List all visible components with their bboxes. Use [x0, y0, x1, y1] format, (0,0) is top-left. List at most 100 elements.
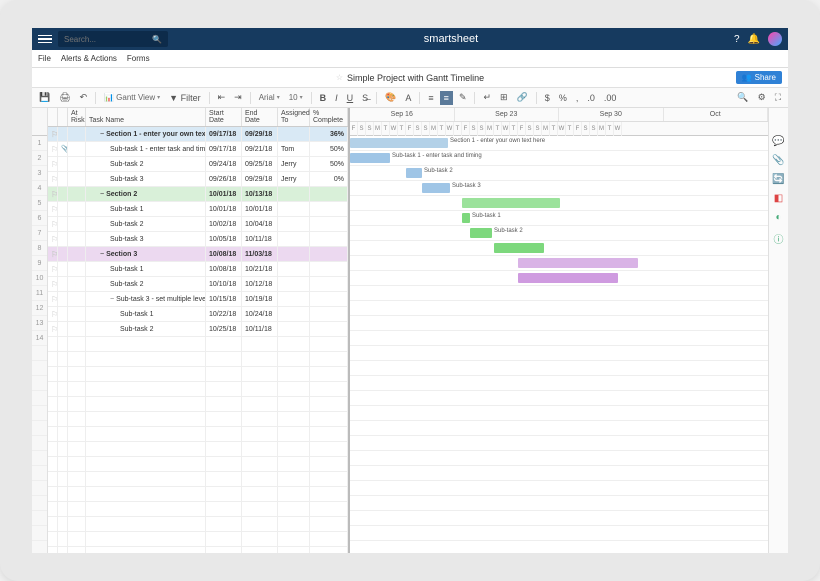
row-number[interactable]: [32, 421, 47, 436]
pct-complete[interactable]: [310, 292, 348, 306]
row-number[interactable]: [32, 346, 47, 361]
grid-row[interactable]: [48, 547, 348, 553]
end-date[interactable]: 10/11/18: [242, 322, 278, 336]
col-end[interactable]: End Date: [242, 108, 278, 126]
grid-row[interactable]: ⚐−Section 310/08/1811/03/18: [48, 247, 348, 262]
assigned-to[interactable]: [278, 307, 310, 321]
gantt-row[interactable]: Sub-task 2: [350, 166, 768, 181]
grid-row[interactable]: [48, 442, 348, 457]
format-icon[interactable]: ⊞: [497, 90, 511, 105]
row-number[interactable]: 14: [32, 331, 47, 346]
assigned-to[interactable]: [278, 217, 310, 231]
assigned-to[interactable]: [278, 322, 310, 336]
assigned-to[interactable]: Tom: [278, 142, 310, 156]
indent-icon[interactable]: ⇥: [231, 90, 245, 105]
end-date[interactable]: 09/29/18: [242, 172, 278, 186]
grid-row[interactable]: [48, 367, 348, 382]
assigned-to[interactable]: [278, 202, 310, 216]
assigned-to[interactable]: [278, 187, 310, 201]
row-number[interactable]: [32, 496, 47, 511]
outdent-icon[interactable]: ⇤: [215, 90, 229, 105]
gantt-bar[interactable]: [350, 153, 390, 163]
col-atrisk[interactable]: At Risk: [68, 108, 86, 126]
gantt-bar[interactable]: [350, 138, 448, 148]
gantt-row[interactable]: [350, 346, 768, 361]
flag-icon[interactable]: ⚐: [51, 175, 58, 184]
grid-row[interactable]: ⚐Sub-task 310/05/1810/11/18: [48, 232, 348, 247]
align-center-icon[interactable]: ≡: [440, 91, 453, 105]
start-date[interactable]: 09/24/18: [206, 157, 242, 171]
assigned-to[interactable]: [278, 232, 310, 246]
wrap-icon[interactable]: ↵: [480, 90, 494, 105]
start-date[interactable]: 10/22/18: [206, 307, 242, 321]
search-icon[interactable]: 🔍: [152, 35, 162, 44]
link-icon[interactable]: 🔗: [514, 90, 531, 105]
pct-complete[interactable]: 0%: [310, 172, 348, 186]
grid-row[interactable]: [48, 457, 348, 472]
row-number[interactable]: 9: [32, 256, 47, 271]
flag-icon[interactable]: ⚐: [51, 145, 58, 154]
pct-complete[interactable]: 50%: [310, 157, 348, 171]
grid-row[interactable]: [48, 352, 348, 367]
assigned-to[interactable]: [278, 262, 310, 276]
pct-complete[interactable]: 36%: [310, 127, 348, 141]
grid-row[interactable]: ⚐Sub-task 210/25/1810/11/18: [48, 322, 348, 337]
row-number[interactable]: 1: [32, 136, 47, 151]
end-date[interactable]: 09/25/18: [242, 157, 278, 171]
grid-row[interactable]: ⚐−Section 210/01/1810/13/18: [48, 187, 348, 202]
col-flag[interactable]: [48, 108, 58, 126]
grid-row[interactable]: ⚐Sub-task 110/08/1810/21/18: [48, 262, 348, 277]
grid-row[interactable]: ⚐Sub-task 110/01/1810/01/18: [48, 202, 348, 217]
attach-icon[interactable]: 📎💬: [61, 145, 68, 153]
row-number[interactable]: [32, 526, 47, 541]
undo-icon[interactable]: ↶: [77, 90, 91, 105]
gantt-row[interactable]: [350, 406, 768, 421]
bold-icon[interactable]: B: [317, 91, 330, 105]
search-input[interactable]: [64, 35, 144, 44]
underline-icon[interactable]: U: [344, 91, 357, 105]
gantt-bar[interactable]: [518, 273, 618, 283]
grid-row[interactable]: [48, 382, 348, 397]
currency-icon[interactable]: $: [542, 91, 553, 105]
row-number[interactable]: [32, 541, 47, 553]
start-date[interactable]: 10/01/18: [206, 202, 242, 216]
strike-icon[interactable]: S̶: [359, 91, 371, 105]
grid-row[interactable]: ⚐Sub-task 110/22/1810/24/18: [48, 307, 348, 322]
grid-row[interactable]: [48, 487, 348, 502]
start-date[interactable]: 10/15/18: [206, 292, 242, 306]
gantt-bar[interactable]: [494, 243, 544, 253]
row-number[interactable]: [32, 451, 47, 466]
print-icon[interactable]: 🖨: [56, 90, 73, 105]
pct-complete[interactable]: [310, 277, 348, 291]
end-date[interactable]: 10/12/18: [242, 277, 278, 291]
gantt-row[interactable]: Sub-task 1 - enter task and timing: [350, 151, 768, 166]
row-number[interactable]: [32, 466, 47, 481]
row-number[interactable]: [32, 361, 47, 376]
grid-row[interactable]: ⚐Sub-task 210/02/1810/04/18: [48, 217, 348, 232]
expand-icon[interactable]: ⛶: [772, 90, 784, 105]
gantt-row[interactable]: [350, 451, 768, 466]
grid-row[interactable]: [48, 337, 348, 352]
gantt-row[interactable]: [350, 481, 768, 496]
start-date[interactable]: 10/08/18: [206, 247, 242, 261]
grid-row[interactable]: [48, 472, 348, 487]
bell-icon[interactable]: 🔔: [748, 34, 760, 45]
decimal-dec-icon[interactable]: .00: [601, 91, 620, 105]
grid-row[interactable]: [48, 427, 348, 442]
gantt-row[interactable]: [350, 331, 768, 346]
gantt-row[interactable]: [350, 436, 768, 451]
end-date[interactable]: 09/29/18: [242, 127, 278, 141]
gantt-row[interactable]: [350, 526, 768, 541]
grid-row[interactable]: ⚐Sub-task 210/10/1810/12/18: [48, 277, 348, 292]
start-date[interactable]: 10/01/18: [206, 187, 242, 201]
row-number[interactable]: 13: [32, 316, 47, 331]
filter-button[interactable]: ▼ Filter: [166, 91, 203, 105]
grid-row[interactable]: ⚐Sub-task 209/24/1809/25/18Jerry50%: [48, 157, 348, 172]
end-date[interactable]: 10/13/18: [242, 187, 278, 201]
flag-icon[interactable]: ⚐: [51, 250, 58, 259]
comma-icon[interactable]: ,: [573, 91, 582, 105]
grid-row[interactable]: ⚐📎💬Sub-task 1 - enter task and timing09/…: [48, 142, 348, 157]
gantt-row[interactable]: [350, 361, 768, 376]
gear-icon[interactable]: ⚙: [755, 90, 769, 105]
start-date[interactable]: 10/10/18: [206, 277, 242, 291]
